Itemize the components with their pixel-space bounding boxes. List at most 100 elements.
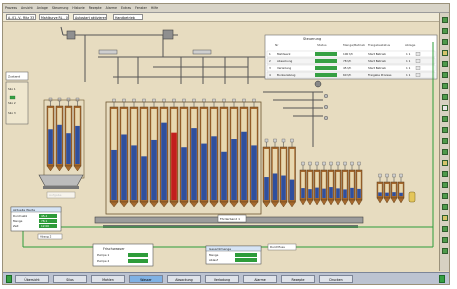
silo-valve-icon[interactable] bbox=[357, 161, 361, 166]
silo-valve-icon[interactable] bbox=[385, 173, 389, 178]
silo-group-e[interactable] bbox=[383, 173, 391, 204]
silo-group-d[interactable] bbox=[327, 161, 335, 206]
menu-item[interactable]: Hilfe bbox=[149, 4, 160, 12]
right-toolbar-button[interactable] bbox=[442, 61, 448, 67]
silo-valve-icon[interactable] bbox=[75, 97, 80, 102]
taskbar-item[interactable]: Mahlen bbox=[91, 275, 125, 283]
taskbar-item[interactable]: Drucken bbox=[319, 275, 353, 283]
silo-group-b[interactable] bbox=[179, 98, 189, 208]
right-toolbar-button[interactable] bbox=[442, 160, 448, 166]
silo-valve-icon[interactable] bbox=[315, 161, 319, 166]
silo-group-e[interactable] bbox=[376, 173, 384, 204]
right-toolbar-button[interactable] bbox=[442, 171, 448, 177]
right-toolbar-button[interactable] bbox=[442, 17, 448, 23]
silo-group-b[interactable] bbox=[159, 98, 169, 208]
right-toolbar-button[interactable] bbox=[442, 28, 448, 34]
right-toolbar-button[interactable] bbox=[442, 72, 448, 78]
row-checkbox[interactable] bbox=[415, 73, 421, 77]
silo-valve-icon[interactable] bbox=[322, 161, 326, 166]
toolbar-field-4[interactable]: Handbetrieb bbox=[113, 14, 143, 20]
silo-group-b[interactable] bbox=[199, 98, 209, 208]
silo-group-d[interactable] bbox=[313, 161, 321, 206]
toolbar-field-1[interactable]: A..01..V.. Ritz 33 bbox=[6, 14, 36, 20]
right-toolbar-button[interactable] bbox=[442, 105, 448, 111]
silo-valve-icon[interactable] bbox=[350, 161, 354, 166]
right-toolbar-button[interactable] bbox=[442, 215, 448, 221]
menu-item[interactable]: Ansicht bbox=[19, 4, 35, 12]
silo-group-b[interactable] bbox=[119, 98, 129, 208]
silo-group-b[interactable] bbox=[129, 98, 139, 208]
right-toolbar-button[interactable] bbox=[442, 248, 448, 254]
taskbar-item[interactable]: Absackung bbox=[167, 275, 201, 283]
right-toolbar-button[interactable] bbox=[442, 39, 448, 45]
silo-valve-icon[interactable] bbox=[112, 98, 116, 103]
diverter-valve-icon[interactable] bbox=[314, 80, 322, 88]
right-toolbar-button[interactable] bbox=[442, 94, 448, 100]
silo-group-b[interactable] bbox=[239, 98, 249, 208]
silo-valve-icon[interactable] bbox=[57, 97, 62, 102]
hopper-unit[interactable] bbox=[38, 174, 84, 189]
silo-group-b[interactable] bbox=[149, 98, 159, 208]
right-toolbar-button[interactable] bbox=[442, 83, 448, 89]
silo-group-b[interactable] bbox=[169, 98, 179, 208]
silo-valve-icon[interactable] bbox=[122, 98, 126, 103]
toolbar-field-3[interactable]: Autostart aktivieren bbox=[73, 14, 107, 20]
silo-group-c[interactable] bbox=[279, 138, 288, 208]
taskbar-item[interactable]: Übersicht bbox=[15, 275, 49, 283]
start-button[interactable] bbox=[6, 275, 12, 283]
right-toolbar-button[interactable] bbox=[442, 149, 448, 155]
silo-valve-icon[interactable] bbox=[222, 98, 226, 103]
silo-group-b[interactable] bbox=[209, 98, 219, 208]
taskbar-item[interactable]: Silos bbox=[53, 275, 87, 283]
silo-valve-icon[interactable] bbox=[252, 98, 256, 103]
silo-valve-icon[interactable] bbox=[192, 98, 196, 103]
taskbar-item[interactable]: Rezepte bbox=[281, 275, 315, 283]
menu-item[interactable]: Historie bbox=[70, 4, 86, 12]
silo-group-d[interactable] bbox=[306, 161, 314, 206]
silo-valve-icon[interactable] bbox=[212, 98, 216, 103]
silo-group-b[interactable] bbox=[249, 98, 259, 208]
silo-group-a[interactable] bbox=[64, 97, 73, 172]
silo-group-c[interactable] bbox=[262, 138, 271, 208]
silo-group-d[interactable] bbox=[355, 161, 363, 206]
silo-valve-icon[interactable] bbox=[48, 97, 53, 102]
silo-valve-icon[interactable] bbox=[132, 98, 136, 103]
silo-group-b[interactable] bbox=[109, 98, 119, 208]
silo-group-c[interactable] bbox=[288, 138, 296, 208]
right-toolbar-button[interactable] bbox=[442, 138, 448, 144]
taskbar-item[interactable]: Wasser bbox=[129, 275, 163, 283]
right-toolbar-button[interactable] bbox=[442, 50, 448, 56]
silo-valve-icon[interactable] bbox=[202, 98, 206, 103]
right-toolbar-button[interactable] bbox=[442, 193, 448, 199]
menu-item[interactable]: Rezepte bbox=[87, 4, 104, 12]
row-checkbox[interactable] bbox=[415, 52, 421, 56]
silo-valve-icon[interactable] bbox=[232, 98, 236, 103]
taskbar-item[interactable]: Verladung bbox=[205, 275, 239, 283]
silo-valve-icon[interactable] bbox=[281, 138, 286, 143]
menu-item[interactable]: Alarme bbox=[104, 4, 119, 12]
silo-valve-icon[interactable] bbox=[378, 173, 382, 178]
silo-group-d[interactable] bbox=[334, 161, 342, 206]
silo-valve-icon[interactable] bbox=[336, 161, 340, 166]
silo-valve-icon[interactable] bbox=[273, 138, 277, 143]
top-valve-right[interactable] bbox=[162, 29, 174, 40]
silo-group-b[interactable] bbox=[139, 98, 149, 208]
silo-group-e[interactable] bbox=[390, 173, 398, 204]
row-checkbox[interactable] bbox=[415, 66, 421, 70]
silo-group-b[interactable] bbox=[219, 98, 229, 208]
silo-valve-icon[interactable] bbox=[264, 138, 269, 143]
silo-valve-icon[interactable] bbox=[308, 161, 312, 166]
taskbar-item[interactable]: Alarme bbox=[243, 275, 277, 283]
silo-valve-icon[interactable] bbox=[392, 173, 396, 178]
silo-valve-icon[interactable] bbox=[152, 98, 156, 103]
drum-icon[interactable] bbox=[408, 191, 416, 203]
menu-item[interactable]: Prozess bbox=[3, 4, 19, 12]
silo-valve-icon[interactable] bbox=[343, 161, 347, 166]
silo-valve-icon[interactable] bbox=[172, 98, 176, 103]
row-checkbox[interactable] bbox=[415, 59, 421, 63]
silo-group-d[interactable] bbox=[341, 161, 349, 206]
silo-group-d[interactable] bbox=[320, 161, 328, 206]
silo-valve-icon[interactable] bbox=[301, 161, 305, 166]
silo-valve-icon[interactable] bbox=[242, 98, 246, 103]
silo-group-c[interactable] bbox=[271, 138, 279, 208]
